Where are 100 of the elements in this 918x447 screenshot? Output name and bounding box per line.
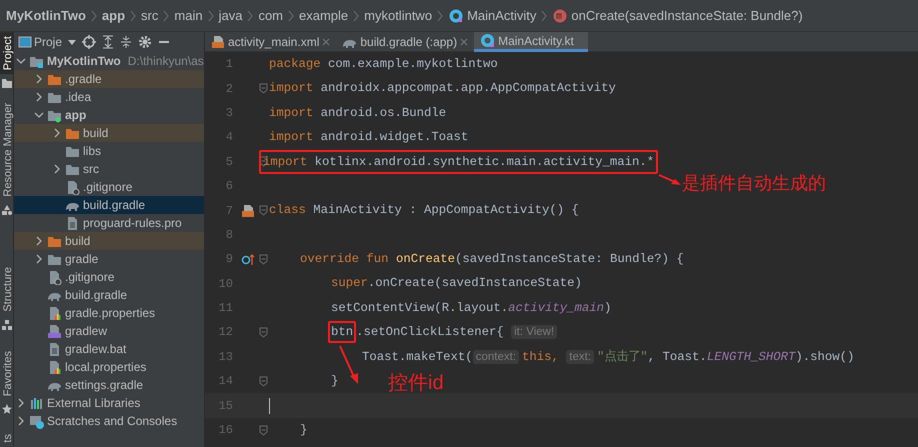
side-tab[interactable]: Favorites <box>0 346 14 400</box>
tree-item[interactable]: .idea <box>14 88 204 106</box>
chevron-icon <box>353 10 360 22</box>
side-tab[interactable]: ts <box>0 430 14 447</box>
tree-item[interactable]: build.gradle <box>14 286 204 304</box>
parameter-hint: text: <box>566 350 594 364</box>
code-line: btn .setOnClickListener{ it: View! <box>331 323 560 342</box>
fold-icon[interactable] <box>259 424 268 436</box>
close-icon[interactable] <box>322 38 330 46</box>
file-icon <box>47 324 62 338</box>
tree-item[interactable]: settings.gradle <box>14 376 204 394</box>
code-line: super.onCreate(savedInstanceState) <box>331 275 582 292</box>
side-tab[interactable]: Project <box>0 32 14 74</box>
tree-item[interactable]: gradlew <box>14 322 204 340</box>
chevron-right-icon[interactable] <box>52 164 62 174</box>
tree-item[interactable]: Scratches and Consoles <box>14 412 204 430</box>
console-icon <box>29 414 44 428</box>
chevron-right-icon[interactable] <box>52 128 62 138</box>
code-line: } <box>300 422 308 439</box>
side-tab[interactable]: Resource Manager <box>0 99 14 201</box>
structure-icon <box>1 318 13 331</box>
code-line: package com.example.mykotlintwo <box>269 56 498 73</box>
code-line: class MainActivity : AppCompatActivity() { <box>269 202 579 220</box>
breadcrumb-item[interactable]: main <box>174 6 203 26</box>
breadcrumb-item[interactable]: com <box>258 6 283 26</box>
tree-item[interactable]: build.gradle <box>14 196 204 214</box>
breadcrumb-item[interactable]: MainActivity <box>467 6 536 26</box>
fold-icon[interactable] <box>259 326 268 338</box>
annotation-text: 控件id <box>388 373 444 394</box>
tree-item[interactable]: External Libraries <box>14 394 204 412</box>
file-icon <box>65 216 80 230</box>
chevron-icon <box>288 10 294 22</box>
chevron-icon <box>541 10 548 22</box>
file-icon <box>47 306 62 320</box>
tree-item[interactable]: gradle.properties <box>14 304 204 322</box>
fold-icon[interactable] <box>259 205 268 216</box>
text-cursor <box>269 398 270 414</box>
line-number: 11 <box>218 300 234 318</box>
line-number: 1 <box>224 56 234 74</box>
chevron-icon <box>130 10 136 22</box>
tree-item[interactable]: app <box>14 106 204 124</box>
breadcrumb-item[interactable]: mykotlintwo <box>364 6 432 26</box>
code-line: override fun onCreate(savedInstanceState: Bundle?) { <box>300 251 684 268</box>
tree-item[interactable]: gradlew.bat <box>14 340 204 358</box>
arrow <box>658 174 682 186</box>
chevron-icon <box>208 10 214 22</box>
breadcrumb-item[interactable]: MyKotlinTwo <box>6 6 86 26</box>
caret-icon[interactable] <box>68 38 76 46</box>
editor-tab[interactable]: build.gradle (:app) <box>336 32 474 52</box>
tree-item[interactable]: proguard-rules.pro <box>14 214 204 232</box>
project-view-dropdown[interactable]: Proje <box>34 33 62 51</box>
code-line: setContentView(R.layout.activity_main) <box>331 300 612 317</box>
file-icon <box>47 360 62 374</box>
file-icon <box>47 342 62 356</box>
fold-icon[interactable] <box>259 376 268 387</box>
locate-icon[interactable] <box>82 35 96 49</box>
class-icon <box>480 33 496 48</box>
breadcrumb-item[interactable]: java <box>218 6 242 26</box>
editor-tab[interactable]: activity_main.xml <box>205 32 336 52</box>
breadcrumb-item[interactable]: app <box>102 6 126 26</box>
code-line: import androidx.appcompat.app.AppCompatActivity <box>269 80 616 98</box>
chevron-down-icon[interactable] <box>16 56 26 66</box>
tree-item[interactable]: MyKotlinTwo D:\thinkyun\as <box>14 52 204 70</box>
editor-tab[interactable]: MainActivity.kt <box>474 32 588 52</box>
tree-item[interactable]: src <box>14 160 204 178</box>
line-number: 3 <box>224 104 234 122</box>
override-icon[interactable] <box>241 252 255 266</box>
line-number: 4 <box>224 129 234 146</box>
chevron-down-icon[interactable] <box>34 110 44 120</box>
line-number: 5 <box>224 154 234 171</box>
line-number: 7 <box>224 202 234 220</box>
collapse-all-icon[interactable] <box>120 35 132 49</box>
side-tab[interactable]: Structure <box>0 262 14 316</box>
tree-item[interactable]: gradle <box>14 250 204 268</box>
line-number: 12 <box>218 324 234 342</box>
line-number: 10 <box>218 276 234 293</box>
code-line: } <box>331 373 338 390</box>
tree-item[interactable]: libs <box>14 142 204 160</box>
breadcrumb-item[interactable]: example <box>299 6 348 26</box>
close-icon[interactable] <box>460 38 468 46</box>
line-number: 9 <box>224 251 234 268</box>
breadcrumb-item[interactable]: src <box>141 6 158 26</box>
method-icon <box>552 8 568 24</box>
library-icon <box>29 396 44 410</box>
tree-item[interactable]: local.properties <box>14 358 204 376</box>
tree-item[interactable]: build <box>14 232 204 250</box>
shapes-icon <box>1 204 13 216</box>
fold-icon[interactable] <box>259 254 268 265</box>
tree-item[interactable]: build <box>14 124 204 142</box>
tree-item[interactable]: .gitignore <box>14 268 204 286</box>
tree-item[interactable]: .gradle <box>14 70 204 88</box>
layout-file-icon[interactable] <box>241 204 255 218</box>
expand-all-icon[interactable] <box>102 35 114 49</box>
settings-icon[interactable] <box>138 35 152 49</box>
fold-icon[interactable] <box>259 83 268 94</box>
window-icon <box>18 35 32 49</box>
chevron-icon <box>247 10 254 22</box>
breadcrumb-item[interactable]: onCreate(savedInstanceState: Bundle?) <box>571 6 803 26</box>
file-icon <box>47 270 62 284</box>
tree-item[interactable]: .gitignore <box>14 178 204 196</box>
